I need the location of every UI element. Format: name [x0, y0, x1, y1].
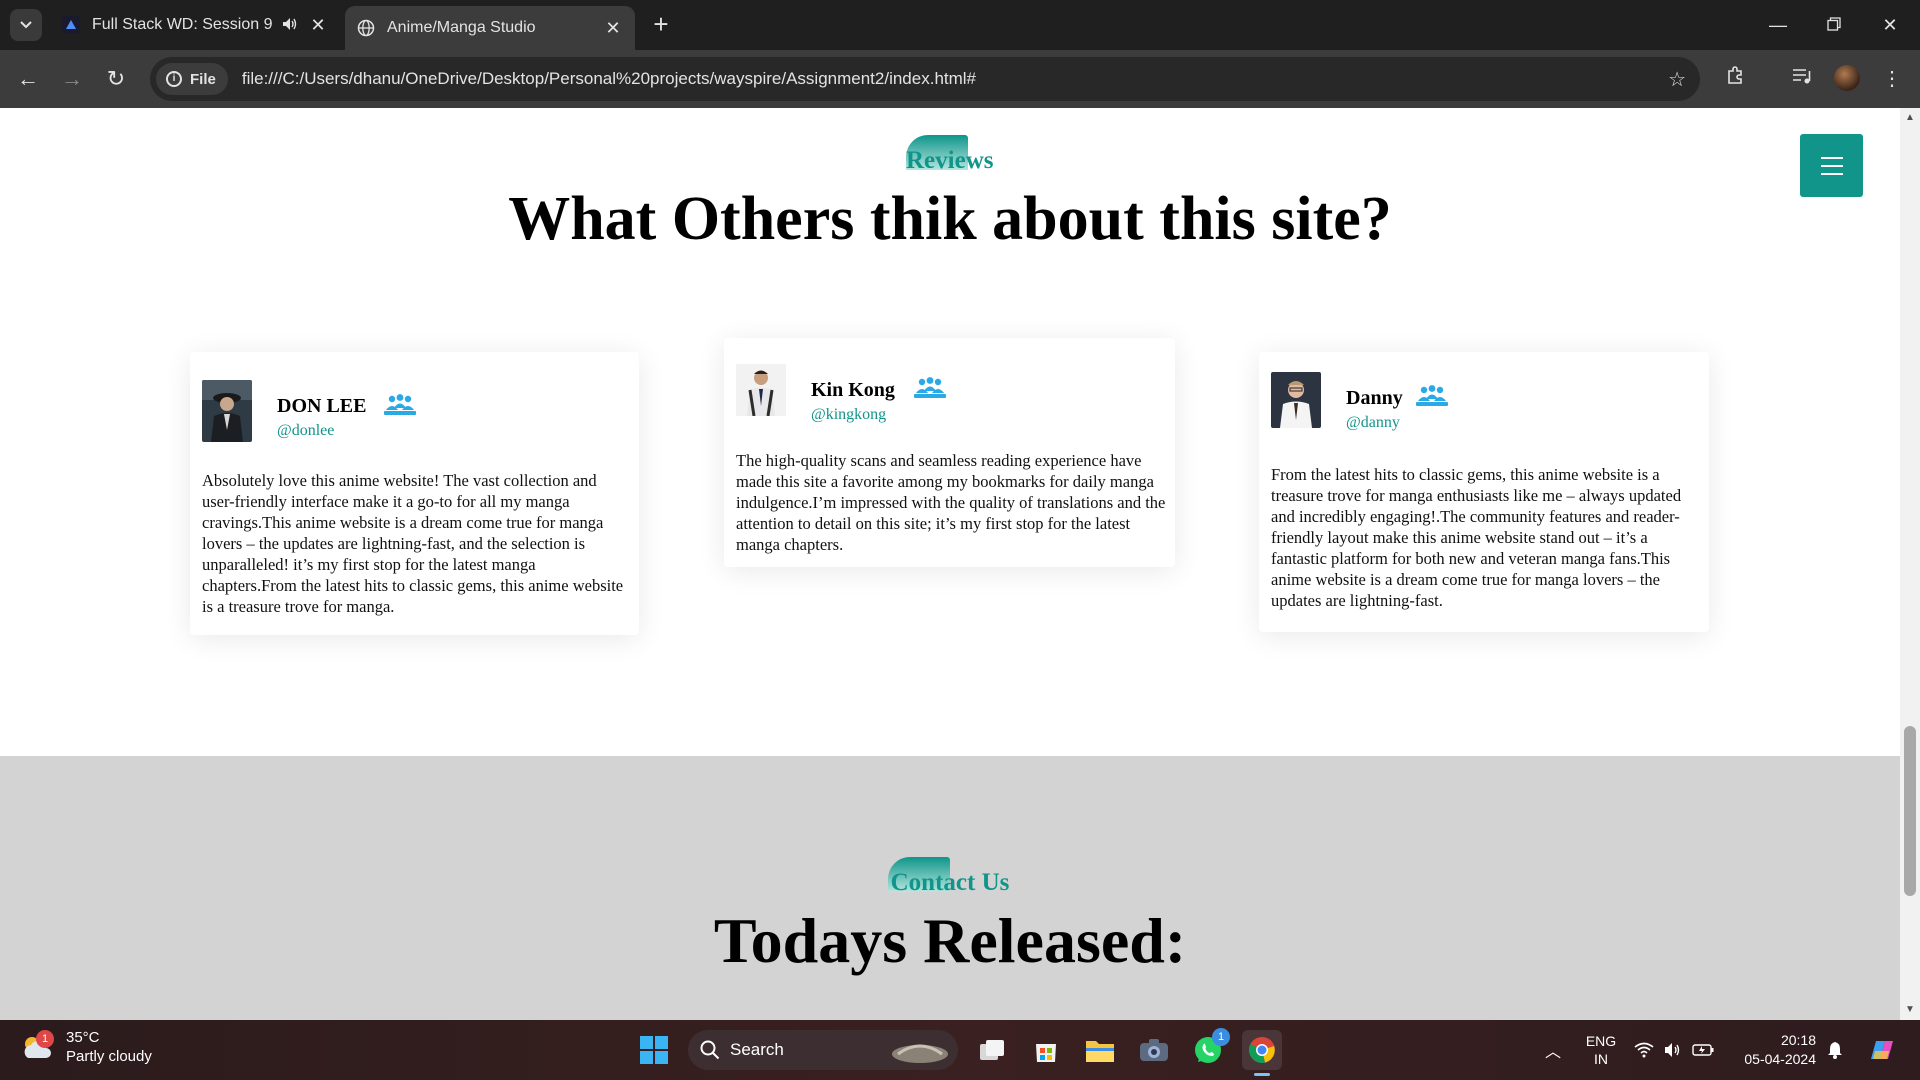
- reviewer-avatar: [736, 364, 786, 426]
- review-card: Danny @danny From the latest hits to cla…: [1259, 352, 1709, 632]
- bookmark-star-icon[interactable]: ☆: [1668, 67, 1686, 92]
- whatsapp-badge: 1: [1212, 1028, 1230, 1046]
- tab-search-button[interactable]: [10, 9, 42, 41]
- reviewer-name: DON LEE: [277, 395, 367, 417]
- contact-section: Contact Us Todays Released:: [0, 756, 1900, 1020]
- scrollbar-thumb[interactable]: [1904, 726, 1916, 896]
- users-group-icon: [1416, 385, 1448, 407]
- review-card: DON LEE @donlee Absolutely love this ani…: [190, 352, 639, 635]
- users-group-icon: [384, 394, 416, 416]
- contact-section-tag: Contact Us: [888, 857, 1012, 905]
- extensions-puzzle-icon[interactable]: [1720, 63, 1752, 95]
- system-tray-quick-settings[interactable]: [1634, 1020, 1714, 1080]
- info-icon: i: [166, 71, 182, 87]
- close-tab-icon[interactable]: ✕: [603, 18, 623, 39]
- reviewer-handle: @donlee: [277, 422, 335, 439]
- whatsapp-icon[interactable]: 1: [1188, 1028, 1230, 1070]
- vertical-scrollbar[interactable]: ▲ ▼: [1900, 108, 1920, 1020]
- site-favicon-icon: [62, 16, 80, 34]
- show-hidden-icons-chevron-up-icon[interactable]: ︿: [1540, 1020, 1566, 1080]
- reviewer-avatar: [202, 380, 252, 442]
- camera-app-icon[interactable]: [1134, 1030, 1174, 1070]
- search-label: Search: [730, 1040, 784, 1059]
- browser-toolbar: ← → ↻ i File file:///C:/Users/dhanu/OneD…: [0, 50, 1920, 108]
- review-text: Absolutely love this anime website! The …: [202, 471, 624, 616]
- minimize-icon[interactable]: —: [1758, 10, 1798, 40]
- close-window-icon[interactable]: ✕: [1870, 10, 1910, 40]
- hamburger-line: [1820, 164, 1843, 167]
- kebab-menu-icon[interactable]: ⋮: [1876, 63, 1908, 95]
- reviewer-handle: @kingkong: [811, 406, 887, 423]
- profile-avatar[interactable]: [1834, 65, 1860, 91]
- reload-icon[interactable]: ↻: [100, 63, 132, 95]
- reviews-title: What Others thik about this site?: [508, 185, 1392, 253]
- microsoft-store-icon[interactable]: [1026, 1030, 1066, 1070]
- site-info-label: File: [190, 70, 216, 88]
- weather-alert-badge: 1: [36, 1030, 54, 1048]
- wifi-icon: [1634, 1042, 1654, 1058]
- browser-tab-bar: Full Stack WD: Session 9 Ma ✕ Anime/Mang…: [0, 0, 1920, 50]
- search-highlight-icon: [892, 1044, 948, 1063]
- reviews-tag-label: Reviews: [906, 147, 994, 174]
- chevron-down-icon: [20, 21, 32, 29]
- tab-title: Full Stack WD: Session 9 Ma: [92, 16, 272, 33]
- volume-icon: [1665, 1043, 1680, 1057]
- notification-bell-icon[interactable]: [1824, 1020, 1846, 1080]
- review-card: Kin Kong @kingkong The high-quality scan…: [724, 338, 1175, 567]
- active-app-indicator: [1254, 1073, 1270, 1076]
- forward-arrow-icon[interactable]: →: [56, 63, 88, 95]
- clock-time: 20:18: [1780, 1032, 1816, 1048]
- speaker-icon[interactable]: [282, 17, 298, 34]
- tab-title: Anime/Manga Studio: [387, 19, 536, 36]
- page-viewport: Reviews What Others thik about this site…: [0, 108, 1920, 1020]
- review-text: From the latest hits to classic gems, th…: [1271, 465, 1682, 610]
- language-indicator[interactable]: ENG IN: [1578, 1020, 1624, 1080]
- taskbar-clock[interactable]: 20:18 05-04-2024: [1726, 1020, 1816, 1080]
- search-icon: [700, 1040, 720, 1060]
- back-arrow-icon[interactable]: ←: [12, 63, 44, 95]
- media-controls-icon[interactable]: [1786, 63, 1818, 95]
- review-text: The high-quality scans and seamless read…: [736, 451, 1166, 554]
- new-tab-button[interactable]: +: [648, 11, 674, 38]
- task-view-icon[interactable]: [972, 1030, 1012, 1070]
- url-text[interactable]: file:///C:/Users/dhanu/OneDrive/Desktop/…: [242, 69, 976, 89]
- globe-icon: [357, 19, 375, 37]
- contact-title: Todays Released:: [713, 905, 1187, 976]
- reviews-section-tag: Reviews: [906, 135, 994, 183]
- taskbar-search-box[interactable]: Search: [688, 1030, 958, 1070]
- reviewer-name: Kin Kong: [811, 379, 895, 401]
- restore-icon[interactable]: [1814, 10, 1854, 40]
- language-region: IN: [1594, 1051, 1608, 1067]
- weather-widget[interactable]: 1 35°C Partly cloudy: [20, 1028, 152, 1066]
- close-tab-icon[interactable]: ✕: [308, 15, 328, 36]
- battery-charging-icon: [1692, 1044, 1714, 1056]
- hamburger-line: [1820, 156, 1843, 159]
- weather-condition: Partly cloudy: [66, 1048, 152, 1065]
- site-info-chip[interactable]: i File: [156, 63, 228, 95]
- browser-tab-session[interactable]: Full Stack WD: Session 9 Ma ✕: [50, 6, 340, 44]
- partly-cloudy-icon: 1: [20, 1030, 56, 1062]
- windows-start-icon[interactable]: [634, 1030, 674, 1070]
- language-code: ENG: [1585, 1033, 1617, 1049]
- scroll-up-arrow-icon[interactable]: ▲: [1900, 110, 1920, 126]
- copilot-icon[interactable]: [1862, 1020, 1902, 1080]
- windows-taskbar: 1 35°C Partly cloudy Search 1 ︿ ENG IN 2…: [0, 1020, 1920, 1080]
- clock-date: 05-04-2024: [1744, 1051, 1816, 1067]
- browser-tab-anime[interactable]: Anime/Manga Studio ✕: [345, 6, 635, 50]
- users-group-icon: [914, 377, 946, 399]
- reviewer-handle: @danny: [1346, 414, 1400, 431]
- file-explorer-icon[interactable]: [1080, 1030, 1120, 1070]
- address-bar[interactable]: i File file:///C:/Users/dhanu/OneDrive/D…: [150, 57, 1700, 101]
- chrome-icon[interactable]: [1242, 1030, 1282, 1076]
- hamburger-line: [1820, 172, 1843, 175]
- contact-tag-label: Contact Us: [890, 869, 1010, 896]
- reviewer-avatar: [1271, 372, 1321, 428]
- scroll-down-arrow-icon[interactable]: ▼: [1900, 1002, 1920, 1018]
- weather-temperature: 35°C: [66, 1029, 100, 1046]
- reviewer-name: Danny: [1346, 387, 1403, 409]
